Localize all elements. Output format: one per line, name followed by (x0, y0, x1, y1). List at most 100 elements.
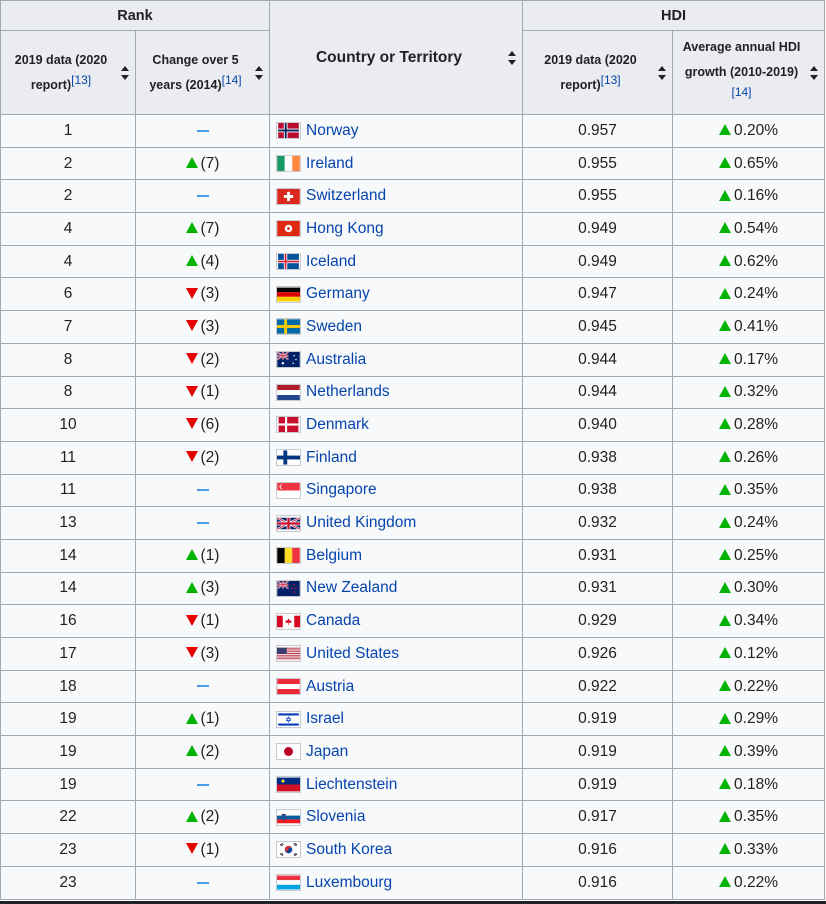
japan-flag-icon[interactable] (276, 743, 301, 761)
country-cell: Hong Kong (269, 212, 523, 246)
sort-icon[interactable] (255, 65, 263, 80)
belgium-flag-icon[interactable] (276, 547, 301, 565)
united-kingdom-flag-icon[interactable] (276, 514, 301, 532)
country-link[interactable]: Ireland (306, 155, 353, 172)
country-link[interactable]: Japan (306, 743, 348, 760)
austria-flag-icon[interactable] (276, 677, 301, 695)
sort-icon[interactable] (658, 65, 666, 80)
sort-icon[interactable] (508, 50, 516, 65)
change-value: (2) (200, 350, 220, 368)
denmark-flag-icon[interactable] (276, 416, 301, 434)
table-row: 4 (7) Hong Kong 0.949 0.54% (0, 212, 826, 246)
country-cell: Netherlands (269, 375, 523, 410)
growth-value: 0.12% (734, 644, 778, 662)
change-value: (3) (200, 579, 220, 597)
country-link[interactable]: Iceland (306, 253, 356, 270)
finland-flag-icon[interactable] (276, 449, 301, 467)
growth-column-header[interactable]: Average annual HDI growth (2010-2019) [14… (671, 30, 826, 115)
country-link[interactable]: Belgium (306, 547, 362, 564)
germany-flag-icon[interactable] (276, 285, 301, 303)
country-link[interactable]: Australia (306, 351, 366, 368)
country-link[interactable]: Liechtenstein (306, 776, 397, 793)
decrease-arrow-icon (185, 451, 198, 463)
country-column-header[interactable]: Country or Territory (269, 0, 523, 115)
liechtenstein-flag-icon[interactable] (276, 776, 301, 793)
change-value: (1) (200, 840, 220, 858)
reference-link[interactable]: [14] (732, 85, 752, 99)
netherlands-flag-icon[interactable] (276, 383, 301, 401)
country-link[interactable]: Slovenia (306, 808, 365, 825)
hdi-value-cell: 0.931 (522, 571, 673, 606)
country-cell: Japan (269, 735, 523, 769)
country-link[interactable]: Norway (306, 122, 359, 139)
change-value: (4) (200, 252, 220, 270)
table-body: 1 Norway 0.957 0.20% 2 (7) Ireland 0.955… (0, 114, 826, 900)
growth-value: 0.29% (734, 710, 778, 728)
steady-dash-icon (196, 195, 209, 198)
rank-cell: 8 (0, 375, 136, 410)
growth-cell: 0.26% (671, 440, 826, 475)
iceland-flag-icon[interactable] (276, 253, 301, 270)
decrease-arrow-icon (185, 320, 198, 332)
country-link[interactable]: Canada (306, 612, 360, 629)
growth-cell: 0.24% (671, 277, 826, 312)
reference-link[interactable]: [13] (71, 72, 91, 86)
country-link[interactable]: Finland (306, 449, 357, 466)
slovenia-flag-icon[interactable] (276, 808, 301, 826)
table-row: 23 (1) South Korea 0.916 0.33% (0, 833, 826, 867)
country-link[interactable]: Germany (306, 285, 370, 302)
rank-2019-column-header[interactable]: 2019 data (2020 report)[13] (0, 30, 136, 115)
south-korea-flag-icon[interactable] (276, 841, 301, 859)
singapore-flag-icon[interactable] (276, 481, 301, 499)
decrease-arrow-icon (185, 614, 198, 626)
table-row: 6 (3) Germany 0.947 0.24% (0, 277, 826, 312)
table-row: 1 Norway 0.957 0.20% (0, 114, 826, 148)
country-link[interactable]: New Zealand (306, 579, 397, 596)
hdi-value-cell: 0.957 (522, 114, 673, 148)
reference-link[interactable]: [13] (601, 72, 621, 86)
canada-flag-icon[interactable] (276, 612, 301, 630)
rank-cell: 4 (0, 244, 136, 279)
hdi-value-cell: 0.932 (522, 506, 673, 540)
ireland-flag-icon[interactable] (276, 154, 301, 172)
increase-arrow-icon (719, 156, 732, 168)
israel-flag-icon[interactable] (276, 710, 301, 728)
rank-cell: 16 (0, 604, 136, 638)
change-value: (2) (200, 808, 220, 826)
table-row: 18 Austria 0.922 0.22% (0, 669, 826, 704)
norway-flag-icon[interactable] (276, 122, 301, 140)
country-cell: South Korea (269, 833, 523, 867)
luxembourg-flag-icon[interactable] (276, 874, 301, 892)
change-cell: (3) (135, 571, 270, 606)
change-cell (135, 865, 270, 900)
new-zealand-flag-icon[interactable] (276, 579, 301, 597)
reference-link[interactable]: [14] (222, 72, 242, 86)
country-link[interactable]: Israel (306, 710, 344, 727)
change-cell (135, 669, 270, 704)
united-states-flag-icon[interactable] (276, 645, 301, 663)
country-link[interactable]: Denmark (306, 416, 369, 433)
country-link[interactable]: United Kingdom (306, 514, 416, 531)
country-link[interactable]: South Korea (306, 841, 392, 858)
country-link[interactable]: Luxembourg (306, 874, 392, 891)
country-cell: Singapore (269, 473, 523, 508)
sort-icon[interactable] (810, 65, 819, 80)
switzerland-flag-icon[interactable] (276, 187, 301, 205)
country-link[interactable]: Austria (306, 678, 354, 695)
country-link[interactable]: Hong Kong (306, 220, 384, 237)
australia-flag-icon[interactable] (276, 351, 301, 369)
increase-arrow-icon (719, 385, 732, 397)
sweden-flag-icon[interactable] (276, 318, 301, 336)
country-link[interactable]: Netherlands (306, 383, 390, 400)
country-link[interactable]: Switzerland (306, 187, 386, 204)
sort-icon[interactable] (121, 65, 129, 80)
growth-cell: 0.34% (671, 604, 826, 638)
change-cell: (1) (135, 375, 270, 410)
change-column-header[interactable]: Change over 5 years (2014)[14] (135, 30, 270, 115)
hdi-2019-column-header[interactable]: 2019 data (2020 report)[13] (522, 30, 673, 115)
country-link[interactable]: Singapore (306, 481, 377, 498)
country-link[interactable]: Sweden (306, 318, 362, 335)
hong-kong-flag-icon[interactable] (276, 220, 301, 238)
table-row: 7 (3) Sweden 0.945 0.41% (0, 310, 826, 344)
country-link[interactable]: United States (306, 645, 399, 662)
